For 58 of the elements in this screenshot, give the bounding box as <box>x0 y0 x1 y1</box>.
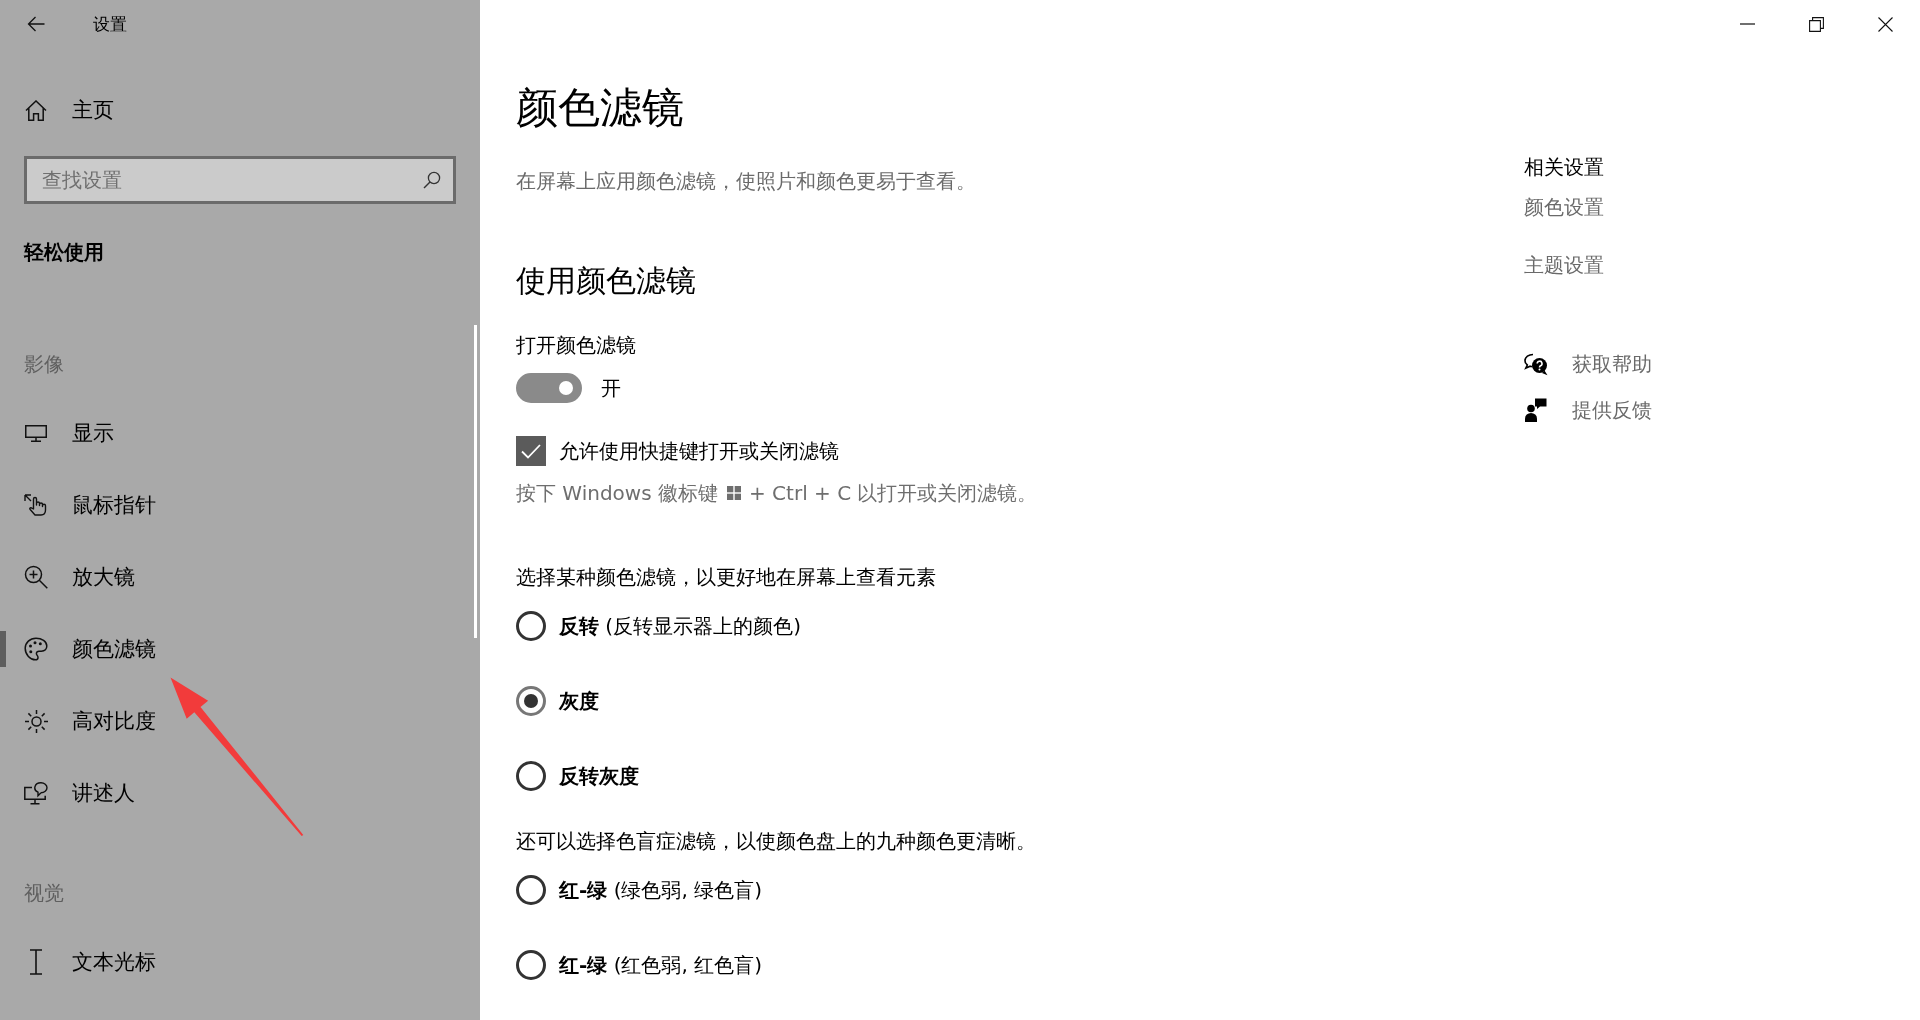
category-title: 轻松使用 <box>22 239 104 266</box>
home-icon <box>25 99 47 121</box>
radio-button[interactable] <box>516 761 546 791</box>
checkbox[interactable] <box>516 436 546 466</box>
nav-item[interactable]: 显示 <box>0 415 114 451</box>
help-icon <box>1524 352 1548 376</box>
radio-label[interactable]: 红-绿 (红色弱, 红色盲) <box>559 951 762 979</box>
related-settings-link[interactable]: 主题设置 <box>1524 251 1604 279</box>
palette-icon <box>24 637 48 661</box>
search-icon <box>423 171 441 189</box>
checkbox-label[interactable]: 允许使用快捷键打开或关闭滤镜 <box>559 437 839 465</box>
radio-button[interactable] <box>516 950 546 980</box>
window-title: 设置 <box>93 12 127 36</box>
toggle-state-label: 开 <box>601 375 621 402</box>
help-link[interactable]: 获取帮助 <box>1524 350 1652 378</box>
hint-text: 按下 Windows 徽标键 <box>516 479 718 507</box>
related-settings-link[interactable]: 颜色设置 <box>1524 193 1604 221</box>
feedback-icon <box>1525 398 1547 422</box>
nav-item[interactable]: 颜色滤镜 <box>0 631 156 667</box>
text-cursor-icon <box>30 949 42 975</box>
search-field[interactable]: 查找设置 <box>24 156 456 204</box>
radio-label[interactable]: 灰度 <box>559 687 599 715</box>
minimize-icon <box>1740 23 1755 25</box>
monitor-speech-icon <box>24 781 48 805</box>
radio-button[interactable] <box>516 611 546 641</box>
related-settings-title: 相关设置 <box>1524 154 1604 181</box>
nav-item[interactable]: 鼠标指针 <box>0 487 156 523</box>
back-arrow-icon <box>27 16 45 32</box>
windows-logo-icon <box>727 486 741 500</box>
hint-text: + Ctrl + C 以打开或关闭滤镜。 <box>749 479 1038 507</box>
nav-item[interactable]: 高对比度 <box>0 703 156 739</box>
nav-item[interactable]: 放大镜 <box>0 559 135 595</box>
toggle-switch[interactable] <box>516 373 582 403</box>
page-title: 颜色滤镜 <box>516 84 685 132</box>
radio-label[interactable]: 反转灰度 <box>559 762 639 790</box>
radio-button[interactable] <box>516 686 546 716</box>
feedback-link[interactable]: 提供反馈 <box>1524 396 1652 424</box>
toggle-label: 打开颜色滤镜 <box>516 332 637 359</box>
nav-group-label: 视觉 <box>23 880 64 907</box>
restore-icon <box>1809 16 1824 32</box>
nav-group-label: 影像 <box>23 351 64 378</box>
nav-item[interactable]: 讲述人 <box>0 775 135 811</box>
nav-item[interactable]: 文本光标 <box>0 944 156 980</box>
section-heading: 使用颜色滤镜 <box>516 262 697 300</box>
zoom-in-icon <box>24 565 48 589</box>
colorblind-prompt: 还可以选择色盲症滤镜，以使颜色盘上的九种颜色更清晰。 <box>516 828 1037 855</box>
scrollbar-thumb[interactable] <box>474 325 477 638</box>
close-icon <box>1878 16 1893 32</box>
checkmark-icon <box>521 443 541 459</box>
filter-prompt: 选择某种颜色滤镜，以更好地在屏幕上查看元素 <box>516 564 937 591</box>
hand-pointer-icon <box>24 494 48 516</box>
radio-label[interactable]: 红-绿 (绿色弱, 绿色盲) <box>559 876 762 904</box>
radio-label[interactable]: 反转 (反转显示器上的颜色) <box>559 612 801 640</box>
monitor-icon <box>25 424 47 442</box>
page-description: 在屏幕上应用颜色滤镜，使照片和颜色更易于查看。 <box>516 168 977 195</box>
sun-icon <box>24 709 48 733</box>
home-nav-item[interactable]: 主页 <box>0 80 114 140</box>
radio-button[interactable] <box>516 875 546 905</box>
